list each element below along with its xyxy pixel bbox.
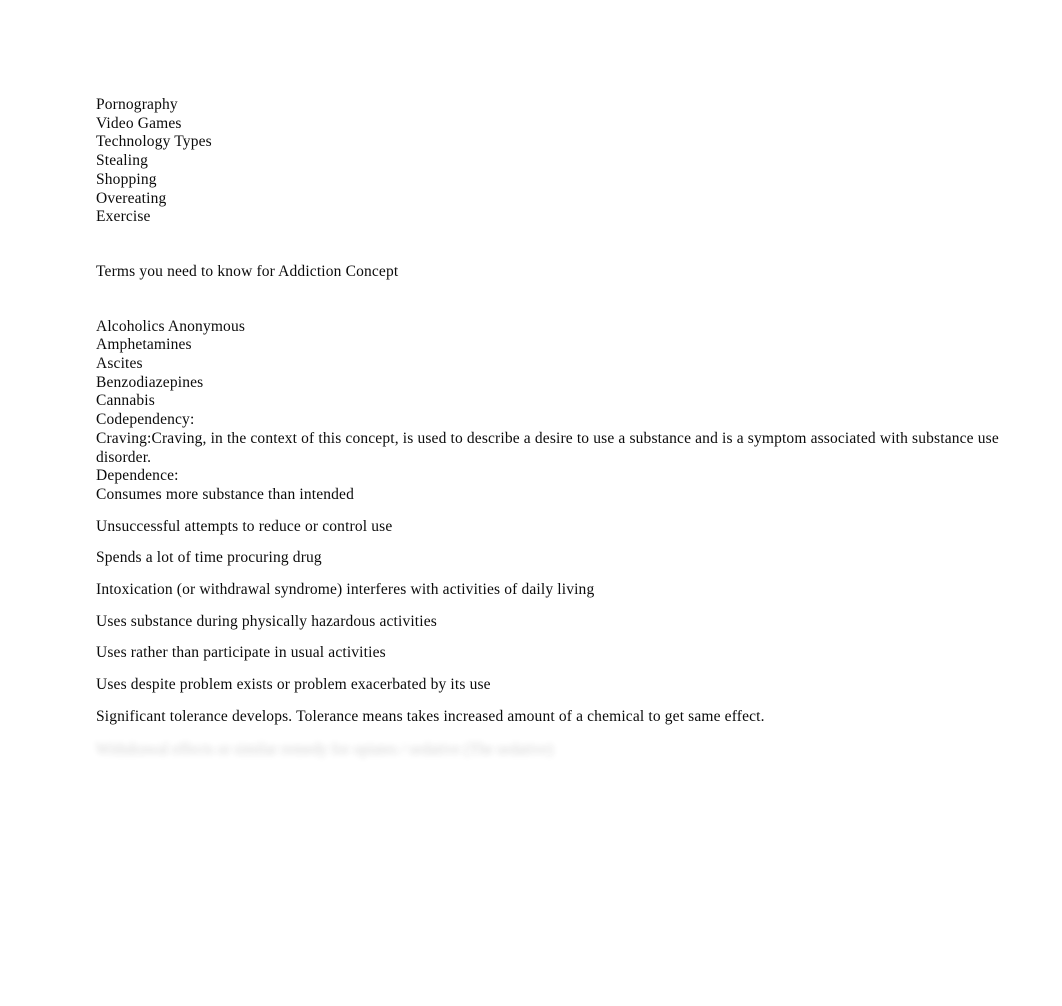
term-label: Cannabis (96, 392, 155, 410)
obscured-final-line: Withdrawal effects or similar remedy for… (96, 740, 554, 758)
page-title: Terms you need to know for Addiction Con… (96, 262, 399, 280)
list-item: Shopping (96, 170, 157, 188)
list-item: Stealing (96, 152, 149, 170)
criteria-item: Unsuccessful attempts to reduce or contr… (96, 517, 393, 535)
term-item: Cannabis (96, 392, 1026, 411)
dependence-criteria-list: Consumes more substance than intended Un… (96, 486, 1026, 759)
term-label: Ascites (96, 355, 143, 373)
terms-heading-row: Terms you need to know for Addiction Con… (96, 263, 1026, 282)
term-label: Benzodiazepines (96, 373, 204, 391)
term-label: Alcoholics Anonymous (96, 317, 246, 335)
list-item: Overeating (96, 189, 167, 207)
term-item: Ascites (96, 355, 1026, 374)
term-item: Amphetamines (96, 336, 1026, 355)
list-item: Video Games (96, 114, 182, 132)
term-item: Benzodiazepines (96, 374, 1026, 393)
document-body: Pornography Video Games Technology Types… (96, 96, 1026, 759)
term-item: Alcoholics Anonymous (96, 318, 1026, 337)
term-item: Codependency: (96, 411, 1026, 430)
list-item: Pornography (96, 96, 178, 113)
criteria-item: Significant tolerance develops. Toleranc… (96, 707, 765, 725)
criteria-item: Spends a lot of time procuring drug (96, 549, 322, 567)
criteria-item: Uses substance during physically hazardo… (96, 612, 437, 630)
criteria-item: Uses despite problem exists or problem e… (96, 676, 491, 694)
document-page: Pornography Video Games Technology Types… (0, 0, 1062, 1006)
term-label: Codependency: (96, 411, 195, 429)
criteria-item: Uses rather than participate in usual ac… (96, 644, 386, 662)
dependence-text: Dependence: (96, 467, 179, 485)
list-item: Technology Types (96, 133, 212, 151)
addiction-types-list: Pornography Video Games Technology Types… (96, 96, 1026, 227)
criteria-item: Consumes more substance than intended (96, 485, 354, 503)
craving-definition: Craving:Craving, in the context of this … (96, 429, 1003, 466)
dependence-label: Dependence: (96, 467, 1026, 486)
terms-list: Alcoholics Anonymous Amphetamines Ascite… (96, 318, 1026, 486)
term-label: Amphetamines (96, 336, 192, 354)
criteria-item: Intoxication (or withdrawal syndrome) in… (96, 581, 595, 599)
list-item: Exercise (96, 208, 151, 226)
